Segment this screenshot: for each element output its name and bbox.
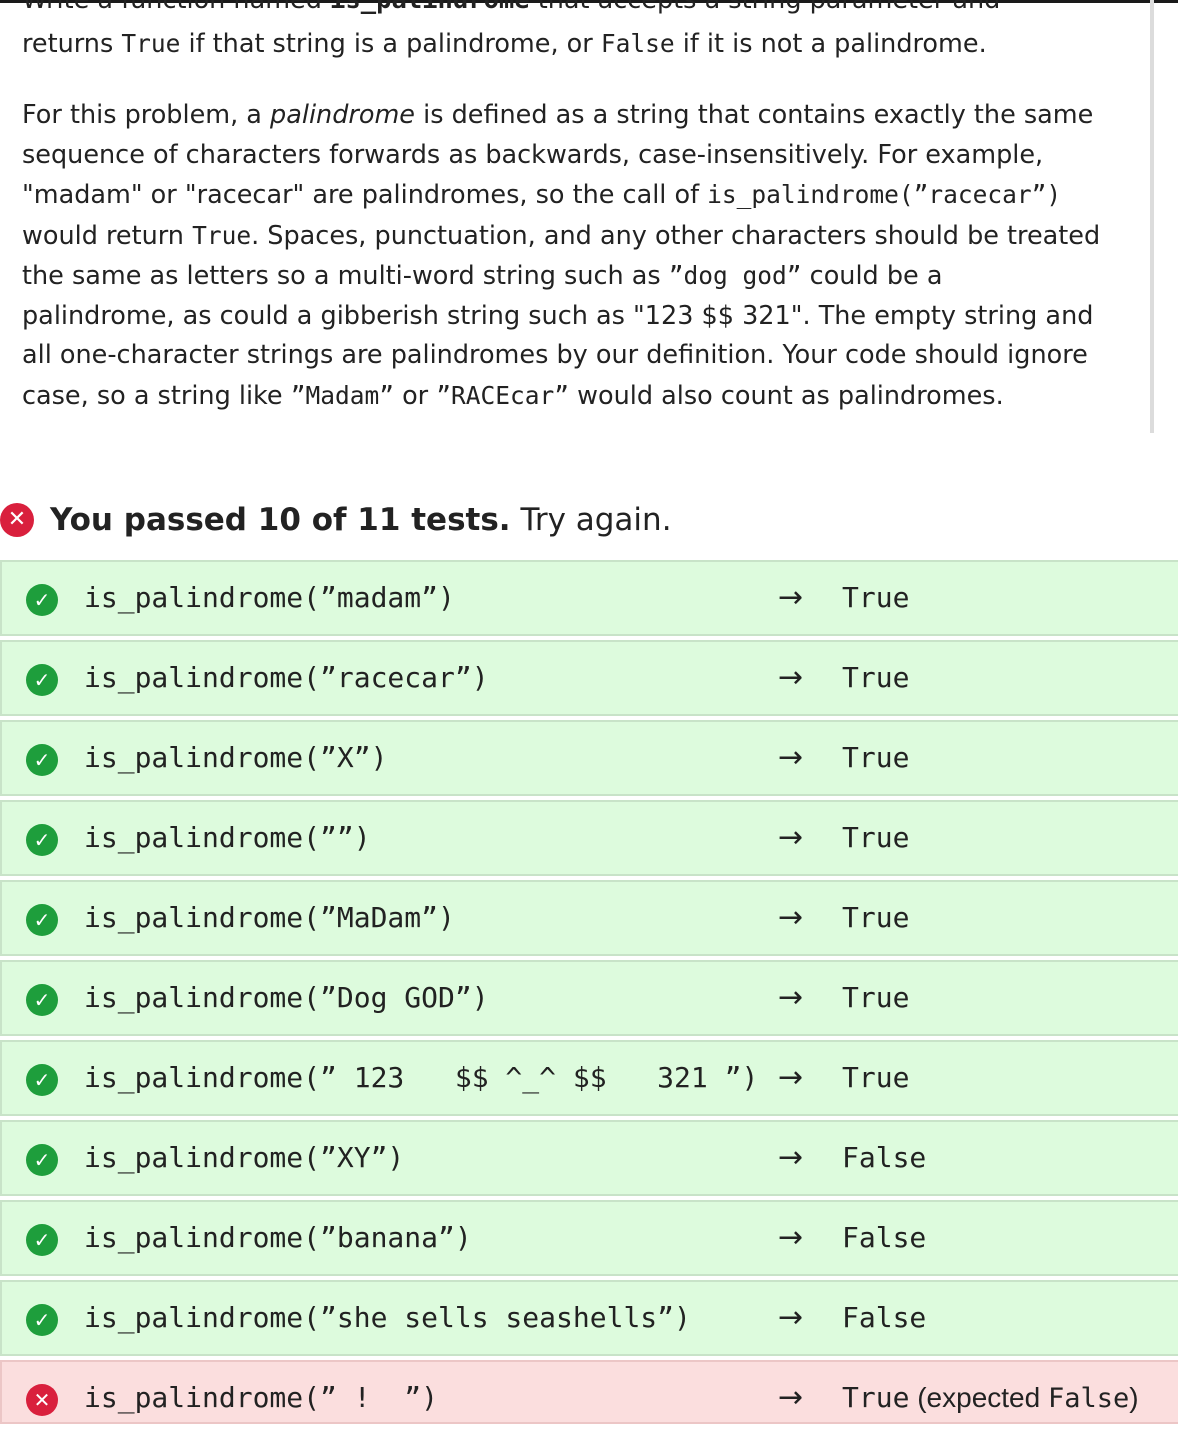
test-result-value: True [842, 1061, 910, 1094]
test-result-row: ✕ is_palindrome(” ! ”) → True (expected Fal… [0, 1360, 1178, 1424]
test-call: is_palindrome(”XY”) [84, 1141, 405, 1174]
description-line: returns True if that string is a palindr… [22, 29, 987, 59]
description-line: the same as letters so a multi-word stri… [22, 261, 943, 291]
test-result-value: True [842, 741, 910, 774]
test-result-row: ✓ is_palindrome(” 123 $$ ^_^ $$ 321 ”) → Tr… [0, 1040, 1178, 1116]
arrow-right-icon: → [778, 900, 804, 935]
test-result-value: False [842, 1141, 927, 1174]
check-circle-icon: ✓ [26, 984, 58, 1016]
check-circle-icon: ✓ [26, 1144, 58, 1176]
description-line: case, so a string like ”Madam” or ”RACEc… [22, 380, 1004, 411]
arrow-right-icon: → [778, 980, 804, 1015]
test-results-list: ✓ is_palindrome(”madam”) → True ✓ is_palindro… [0, 560, 1178, 1428]
arrow-right-icon: → [778, 740, 804, 775]
test-result-value: True [842, 581, 910, 614]
test-result: True [842, 1042, 909, 1114]
arrow-right-icon: → [778, 1220, 804, 1255]
summary-text: You passed 10 of 11 tests. Try again. [50, 502, 672, 538]
test-result: True [842, 722, 909, 794]
arrow-right-icon: → [778, 580, 804, 615]
test-result: True [842, 642, 909, 714]
test-result: True [842, 562, 909, 634]
test-result-row: ✓ is_palindrome(”X”) → True [0, 720, 1178, 796]
arrow-right-icon: → [778, 1060, 804, 1095]
test-call: is_palindrome(”madam”) [84, 581, 455, 614]
test-result: True [842, 962, 909, 1034]
test-result-row: ✓ is_palindrome(”racecar”) → True [0, 640, 1178, 716]
summary-try-again: Try again. [520, 502, 672, 538]
test-result-row: ✓ is_palindrome(”she sells seashells”) → Fa… [0, 1280, 1178, 1356]
arrow-right-icon: → [778, 1300, 804, 1335]
check-circle-icon: ✓ [26, 1304, 58, 1336]
test-call: is_palindrome(”MaDam”) [84, 901, 455, 934]
problem-description: returns True if that string is a palindr… [22, 24, 1147, 416]
description-partial-line: Write a function named is_palindrome tha… [22, 0, 1142, 20]
test-result-value: False [842, 1301, 927, 1334]
test-call: is_palindrome(”X”) [84, 741, 388, 774]
test-result: False [842, 1282, 926, 1354]
test-result-row: ✓ is_palindrome(”banana”) → False [0, 1200, 1178, 1276]
check-circle-icon: ✓ [26, 824, 58, 856]
summary-count: You passed 10 of 11 tests. [50, 502, 511, 538]
test-result-value: True [842, 981, 910, 1014]
test-result: False [842, 1122, 926, 1194]
x-circle-icon: ✕ [26, 1384, 58, 1416]
test-call: is_palindrome(”racecar”) [84, 661, 489, 694]
check-circle-icon: ✓ [26, 744, 58, 776]
description-line: "madam" or "racecar" are palindromes, so… [22, 180, 1062, 210]
test-call: is_palindrome(””) [84, 821, 371, 854]
x-circle-icon: ✕ [0, 503, 34, 537]
test-result-value: False [842, 1221, 927, 1254]
description-line: all one-character strings are palindrome… [22, 340, 1088, 370]
arrow-right-icon: → [778, 1140, 804, 1175]
test-result: False [842, 1202, 926, 1274]
arrow-right-icon: → [778, 1380, 804, 1415]
test-result-row: ✓ is_palindrome(”XY”) → False [0, 1120, 1178, 1196]
check-circle-icon: ✓ [26, 664, 58, 696]
test-result-row: ✓ is_palindrome(”madam”) → True [0, 560, 1178, 636]
test-result-value: True [842, 661, 910, 694]
test-result-row: ✓ is_palindrome(”MaDam”) → True [0, 880, 1178, 956]
test-call: is_palindrome(”banana”) [84, 1221, 472, 1254]
description-line: For this problem, a palindrome is define… [22, 100, 1094, 130]
test-result: True (expected False) [842, 1362, 1139, 1434]
description-right-rule [1150, 0, 1154, 433]
test-call: is_palindrome(” 123 $$ ^_^ $$ 321 ”) [84, 1061, 759, 1094]
arrow-right-icon: → [778, 660, 804, 695]
function-name-code: is_palindrome [330, 0, 530, 15]
expected-value: False [1047, 1383, 1130, 1414]
check-circle-icon: ✓ [26, 1224, 58, 1256]
test-result: True [842, 802, 909, 874]
test-call: is_palindrome(”Dog GOD”) [84, 981, 489, 1014]
test-call: is_palindrome(” ! ”) [84, 1381, 439, 1414]
description-line: sequence of characters forwards as backw… [22, 139, 1044, 170]
description-line: palindrome, as could a gibberish string … [22, 300, 1094, 331]
test-summary: ✕ You passed 10 of 11 tests. Try again. [0, 500, 672, 540]
test-result-value: True [842, 1381, 910, 1414]
expected-note: (expected False) [917, 1382, 1139, 1414]
check-circle-icon: ✓ [26, 584, 58, 616]
test-result-row: ✓ is_palindrome(”Dog GOD”) → True [0, 960, 1178, 1036]
check-circle-icon: ✓ [26, 904, 58, 936]
test-result-value: True [842, 901, 910, 934]
description-line: would return True. Spaces, punctuation, … [22, 220, 1101, 251]
test-result-value: True [842, 821, 910, 854]
test-call: is_palindrome(”she sells seashells”) [84, 1301, 691, 1334]
test-result: True [842, 882, 909, 954]
arrow-right-icon: → [778, 820, 804, 855]
test-result-row: ✓ is_palindrome(””) → True [0, 800, 1178, 876]
check-circle-icon: ✓ [26, 1064, 58, 1096]
